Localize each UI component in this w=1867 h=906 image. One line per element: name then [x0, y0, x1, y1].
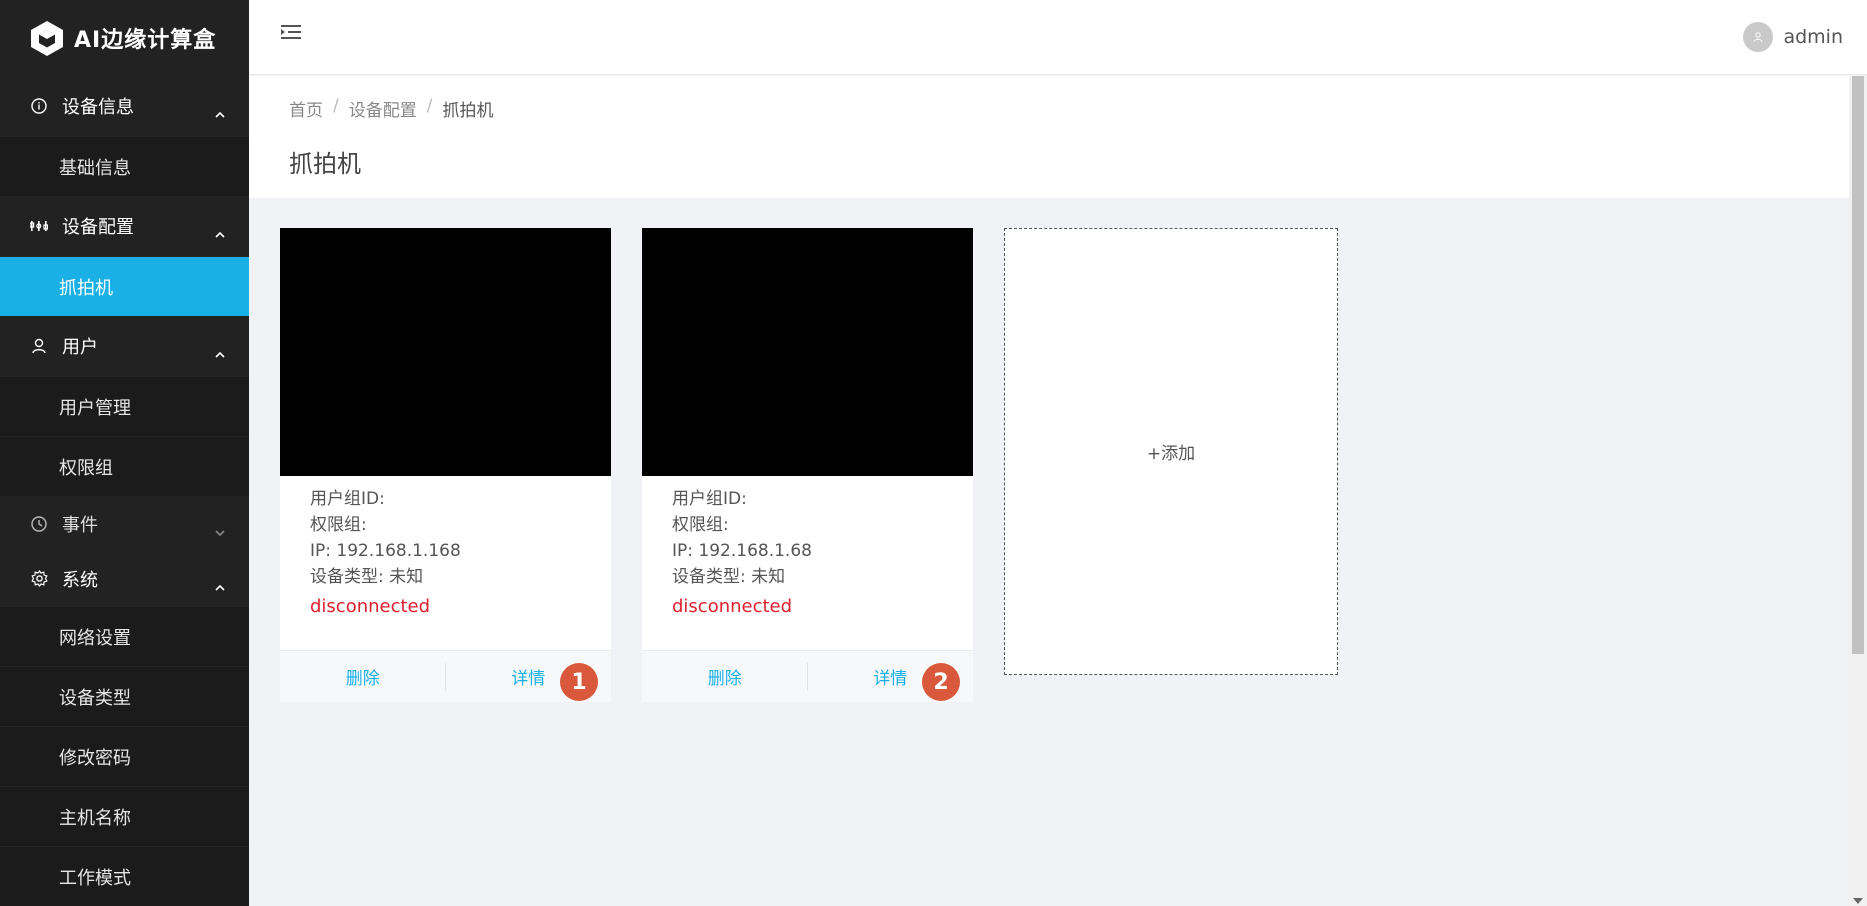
sidebar-item-hostname[interactable]: 主机名称	[0, 786, 249, 846]
scroll-down-arrow-icon[interactable]	[1853, 898, 1863, 904]
gear-icon	[30, 570, 48, 588]
sidebar-group-device-info: 设备信息 基础信息	[0, 76, 249, 196]
camera-info: 用户组ID: 权限组: IP: 192.168.1.168 设备类型: 未知 d…	[280, 476, 611, 620]
sidebar-group-label: 系统	[62, 569, 98, 591]
sidebar-item-work-mode[interactable]: 工作模式	[0, 846, 249, 906]
user-group-id: 用户组ID:	[310, 489, 385, 509]
camera-preview	[642, 228, 973, 476]
sidebar: AI边缘计算盒 设备信息 基础信息 设备配置 抓拍机 用户 用户管理 权限组 事…	[0, 0, 249, 906]
chevron-up-icon	[215, 103, 225, 118]
user-icon	[30, 337, 48, 355]
sidebar-item-basic-info[interactable]: 基础信息	[0, 136, 249, 196]
camera-card: 用户组ID: 权限组: IP: 192.168.1.168 设备类型: 未知 d…	[280, 228, 611, 702]
breadcrumb-item-current: 抓拍机	[442, 101, 494, 121]
sidebar-item-capture-camera[interactable]: 抓拍机	[0, 256, 249, 316]
app-title: AI边缘计算盒	[74, 28, 217, 53]
annotation-badge: 2	[922, 663, 960, 701]
chevron-down-icon	[215, 521, 225, 536]
status-text: disconnected	[672, 596, 793, 617]
sidebar-group-header-event[interactable]: 事件	[0, 496, 249, 551]
annotation-badge: 1	[560, 663, 598, 701]
clock-icon	[30, 515, 48, 533]
menu-collapse-icon[interactable]	[281, 22, 303, 42]
permission-group: 权限组:	[672, 515, 729, 535]
sidebar-item-permission-group[interactable]: 权限组	[0, 436, 249, 496]
avatar	[1743, 22, 1774, 52]
sidebar-group-label: 设备信息	[62, 97, 134, 118]
delete-button[interactable]: 删除	[642, 651, 808, 702]
camera-info: 用户组ID: 权限组: IP: 192.168.1.68 设备类型: 未知 di…	[642, 476, 973, 620]
user-group-id: 用户组ID:	[672, 489, 747, 509]
sidebar-group-device-config: 设备配置 抓拍机	[0, 196, 249, 316]
sidebar-item-label: 设备类型	[59, 687, 131, 709]
camera-preview	[280, 228, 611, 476]
device-type: 设备类型: 未知	[672, 567, 786, 587]
sidebar-item-label: 工作模式	[59, 867, 131, 889]
sidebar-group-label: 事件	[62, 514, 98, 536]
scrollbar[interactable]	[1849, 76, 1867, 906]
breadcrumb-separator: /	[426, 96, 433, 116]
ip-address: IP: 192.168.1.168	[310, 541, 461, 561]
sidebar-item-label: 基础信息	[59, 157, 131, 179]
sidebar-group-system: 系统 网络设置 设备类型 修改密码 主机名称 工作模式	[0, 551, 249, 906]
app-root: AI边缘计算盒 设备信息 基础信息 设备配置 抓拍机 用户 用户管理 权限组 事…	[0, 0, 1867, 906]
breadcrumb: 首页 / 设备配置 / 抓拍机	[289, 96, 493, 121]
chevron-up-icon	[215, 576, 225, 591]
sidebar-group-label: 设备配置	[62, 217, 134, 238]
sidebar-group-user: 用户 用户管理 权限组	[0, 316, 249, 496]
info-icon	[30, 97, 48, 115]
ip-address: IP: 192.168.1.68	[672, 541, 812, 561]
page-title: 抓拍机	[289, 150, 361, 178]
sidebar-item-label: 用户管理	[59, 397, 131, 419]
sidebar-item-label: 权限组	[59, 457, 113, 479]
sidebar-group-header-device-info[interactable]: 设备信息	[0, 76, 249, 136]
page-header: 首页 / 设备配置 / 抓拍机 抓拍机	[249, 76, 1849, 198]
device-type: 设备类型: 未知	[310, 567, 424, 587]
sidebar-item-label: 修改密码	[59, 747, 131, 769]
sidebar-item-change-password[interactable]: 修改密码	[0, 726, 249, 786]
sidebar-item-label: 抓拍机	[59, 277, 113, 299]
permission-group: 权限组:	[310, 515, 367, 535]
user-menu[interactable]: admin	[1743, 22, 1843, 52]
breadcrumb-separator: /	[333, 96, 339, 116]
sidebar-group-header-device-config[interactable]: 设备配置	[0, 196, 249, 256]
sidebar-item-device-type[interactable]: 设备类型	[0, 666, 249, 726]
breadcrumb-item-device-config[interactable]: 设备配置	[349, 96, 417, 121]
sidebar-item-label: 主机名称	[59, 807, 131, 829]
main-content: 用户组ID: 权限组: IP: 192.168.1.168 设备类型: 未知 d…	[249, 198, 1849, 906]
chevron-up-icon	[215, 223, 225, 238]
delete-button[interactable]: 删除	[280, 651, 446, 702]
sidebar-group-header-system[interactable]: 系统	[0, 551, 249, 606]
sidebar-item-network-settings[interactable]: 网络设置	[0, 606, 249, 666]
sidebar-group-label: 用户	[62, 337, 98, 358]
status-text: disconnected	[310, 596, 431, 617]
cube-logo-icon	[28, 19, 66, 57]
sidebar-group-header-user[interactable]: 用户	[0, 316, 249, 376]
sidebar-item-user-management[interactable]: 用户管理	[0, 376, 249, 436]
sidebar-group-event: 事件	[0, 496, 249, 551]
sliders-icon	[30, 217, 48, 235]
scrollbar-thumb[interactable]	[1852, 76, 1864, 654]
add-camera-button[interactable]: +添加	[1004, 228, 1338, 675]
logo[interactable]: AI边缘计算盒	[0, 0, 249, 76]
camera-card: 用户组ID: 权限组: IP: 192.168.1.68 设备类型: 未知 di…	[642, 228, 973, 702]
breadcrumb-item-home[interactable]: 首页	[289, 96, 323, 121]
username: admin	[1783, 26, 1843, 48]
top-header: admin	[249, 0, 1867, 75]
sidebar-item-label: 网络设置	[59, 627, 131, 649]
chevron-up-icon	[215, 343, 225, 358]
